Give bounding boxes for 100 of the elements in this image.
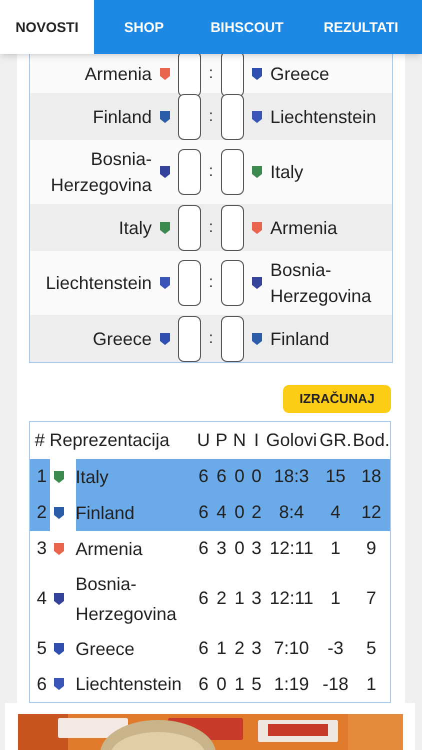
table-cell-text: 7:10 [272, 637, 310, 660]
table-cell-text: Bosnia-Herzegovina [76, 572, 178, 626]
table-cell: Finland [76, 494, 194, 530]
nav-tab[interactable]: BIHSCOUT [194, 0, 300, 54]
score-separator: : [208, 328, 214, 348]
table-cell: 12 [352, 494, 390, 530]
team-name: Finland [270, 328, 330, 350]
team-name: Bosnia-Herzegovina [270, 259, 372, 308]
table-cell: 4 [318, 494, 352, 530]
table-cell: 18:3 [264, 458, 318, 494]
table-cell: 12:11 [264, 530, 318, 566]
table-cell-text: 6 [197, 637, 210, 660]
column-header: Golovi [264, 422, 318, 458]
score-separator: : [208, 64, 214, 84]
table-cell: -18 [318, 666, 352, 702]
table-cell: 9 [352, 530, 390, 566]
column-header: P [212, 422, 230, 458]
table-cell: 1 [230, 666, 248, 702]
table-cell-text: 3 [250, 637, 262, 660]
score-field[interactable] [178, 94, 201, 140]
table-row[interactable]: 5 Greece 6 1 2 3 7:10 -3 5 [30, 630, 390, 666]
table-cell: 7 [352, 566, 390, 630]
table-row[interactable]: 4 Bosnia-Herzegovina 6 2 1 3 12:11 1 7 [30, 566, 390, 630]
team-name: Bosnia-Herzegovina [50, 148, 152, 197]
table-cell: 6 [194, 530, 212, 566]
table-cell-text: 2 [233, 637, 246, 660]
table-cell: 2 [248, 494, 264, 530]
table-cell: 4 [212, 494, 230, 530]
table-cell: 6 [194, 494, 212, 530]
table-cell: 5 [30, 630, 50, 666]
table-cell: Italy [76, 458, 194, 494]
column-header: U [194, 422, 212, 458]
table-cell-text: 1 [215, 637, 228, 660]
table-cell: 6 [194, 666, 212, 702]
table-cell: 3 [212, 530, 230, 566]
table-cell: 15 [318, 458, 352, 494]
score-separator: : [208, 273, 214, 293]
team-name: Armenia [270, 216, 338, 240]
table-cell-text: 2 [215, 587, 228, 610]
team-name: Finland [92, 106, 152, 128]
table-cell: 6 [212, 458, 230, 494]
score-separator: : [208, 218, 214, 238]
table-row[interactable]: 2 Finland 6 4 0 2 8:4 4 12 [30, 494, 390, 530]
table-cell-text: 1 [329, 587, 342, 610]
table-cell: 5 [248, 666, 264, 702]
table-cell: 0 [230, 530, 248, 566]
team-name: Liechtenstein [46, 272, 152, 295]
team-name: Armenia [84, 63, 152, 86]
table-cell: 1 [352, 666, 390, 702]
table-cell: 6 [30, 666, 50, 702]
table-row[interactable]: 1 Italy 6 6 0 0 18:3 15 18 [30, 458, 390, 494]
score-field[interactable] [221, 260, 244, 306]
score-field[interactable] [221, 94, 244, 140]
team-name: Liechtenstein [270, 106, 376, 128]
score-field[interactable] [221, 149, 244, 195]
table-cell: 0 [212, 666, 230, 702]
table-cell: 4 [30, 566, 50, 630]
column-header: Bod. [352, 422, 390, 458]
calculate-button[interactable]: IZRAČUNAJ [283, 385, 391, 413]
score-field[interactable] [221, 204, 244, 250]
table-row[interactable]: 3 Armenia 6 3 0 3 12:11 1 9 [30, 530, 390, 566]
nav-tab[interactable]: NOVOSTI [0, 0, 94, 54]
table-cell: 8:4 [264, 494, 318, 530]
column-header: Reprezentacija [50, 422, 194, 458]
score-field[interactable] [221, 316, 244, 362]
team-name: Italy [270, 161, 304, 184]
table-cell-text: 1 [233, 587, 246, 610]
nav-tab[interactable]: REZULTATI [300, 0, 422, 54]
table-cell-text: Greece [76, 638, 136, 660]
table-cell: 1 [30, 458, 50, 494]
score-field[interactable] [178, 260, 201, 306]
table-cell: 0 [248, 458, 264, 494]
column-header: I [248, 422, 264, 458]
table-cell: 3 [30, 530, 50, 566]
team-name: Greece [270, 63, 330, 86]
score-separator: : [208, 162, 214, 182]
table-cell: Liechtenstein [76, 666, 194, 702]
table-cell: 18 [352, 458, 390, 494]
column-header: N [230, 422, 248, 458]
table-cell: 3 [248, 530, 264, 566]
nav-tab[interactable]: SHOP [94, 0, 194, 54]
score-field[interactable] [178, 204, 201, 250]
team-name: Italy [118, 216, 152, 240]
table-cell-text: 3 [250, 587, 262, 610]
table-cell: Armenia [76, 530, 194, 566]
score-separator: : [208, 106, 214, 126]
table-cell: 6 [194, 458, 212, 494]
score-field[interactable] [178, 316, 201, 362]
table-cell-text: -3 [326, 637, 344, 660]
score-field[interactable] [178, 149, 201, 195]
column-header: GR. [318, 422, 352, 458]
table-cell: 1 [318, 530, 352, 566]
table-row[interactable]: 6 Liechtenstein 6 0 1 5 1:19 -18 1 [30, 666, 390, 702]
table-cell: 2 [30, 494, 50, 530]
column-header: # [30, 422, 50, 458]
team-name: Greece [92, 328, 152, 350]
table-cell: 0 [230, 494, 248, 530]
table-cell-text: 6 [197, 587, 210, 610]
table-cell: 0 [230, 458, 248, 494]
table-cell: 5 [352, 630, 390, 666]
